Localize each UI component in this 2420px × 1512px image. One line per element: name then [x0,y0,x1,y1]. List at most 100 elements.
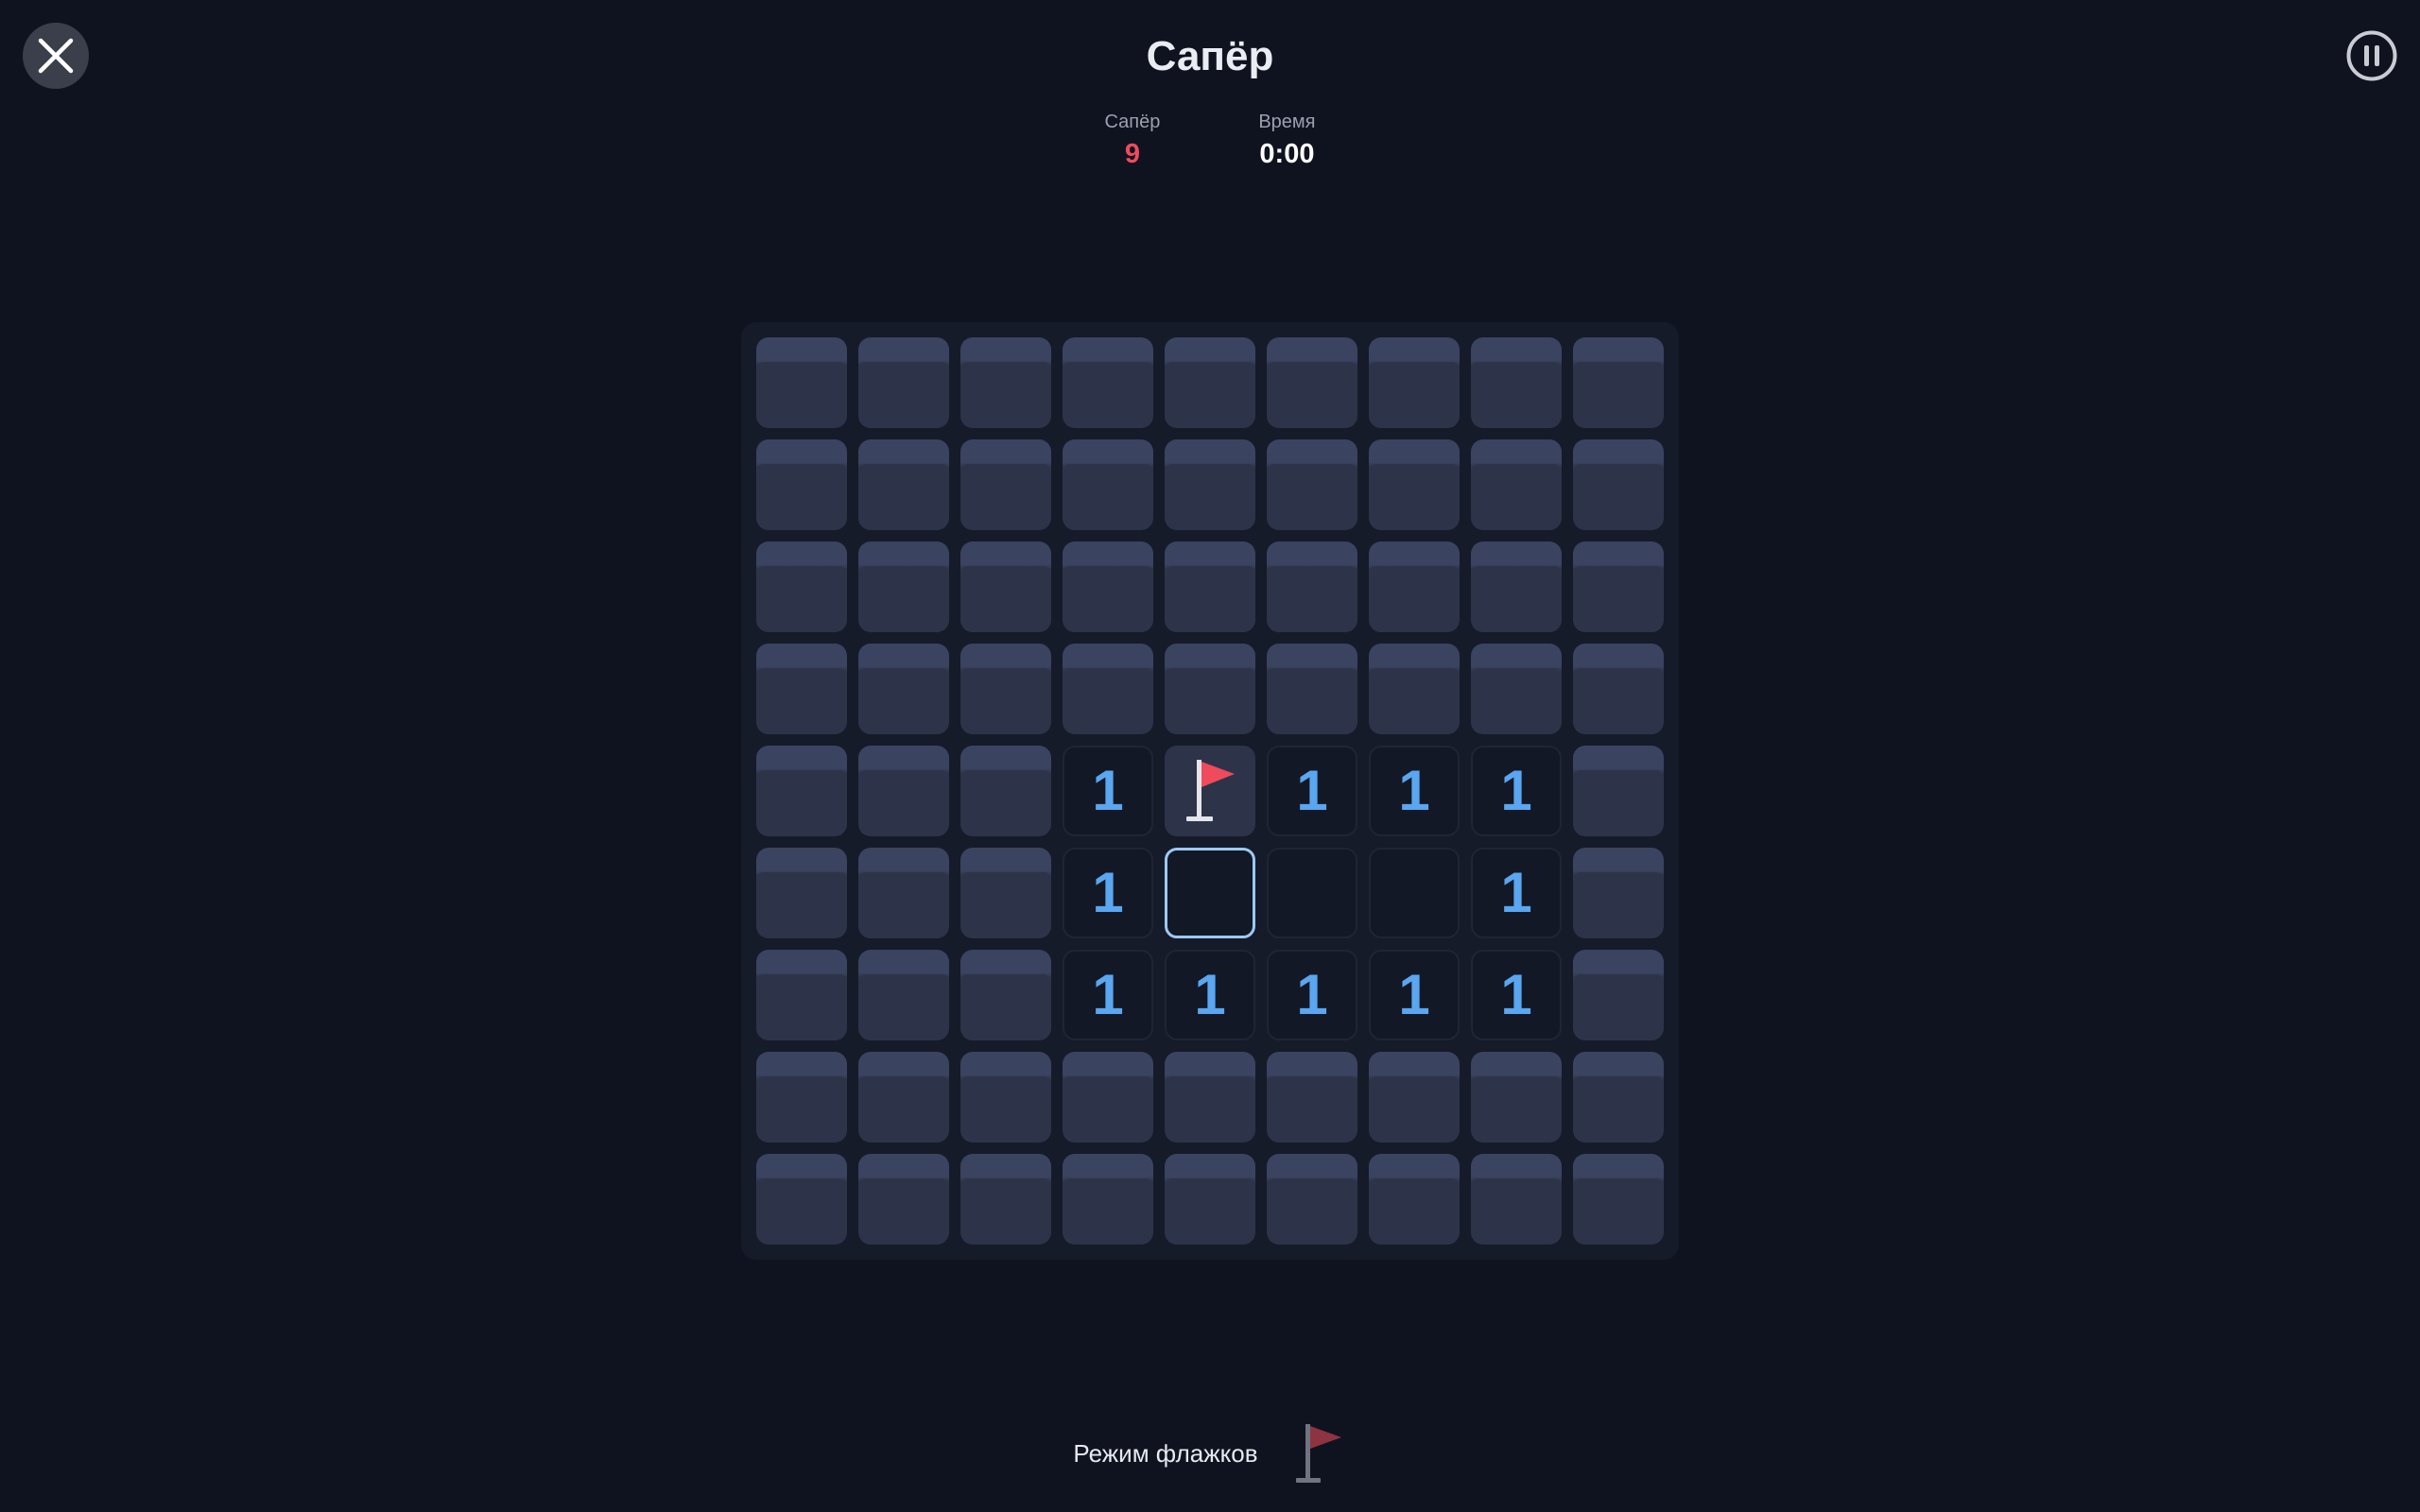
cell-revealed-number[interactable]: 1 [1471,746,1562,836]
cell-hidden[interactable] [960,848,1051,938]
cell-hidden[interactable] [1369,1154,1460,1245]
cell-hidden[interactable] [1573,439,1664,530]
cell-revealed-number[interactable]: 1 [1165,950,1255,1040]
cell-hidden[interactable] [858,644,949,734]
cell-hidden[interactable] [1471,1052,1562,1143]
time-label: Время [1258,112,1316,132]
cell-hidden[interactable] [1471,644,1562,734]
cell-hidden[interactable] [1369,337,1460,428]
cell-number: 1 [1092,759,1124,822]
cell-hidden[interactable] [1369,541,1460,632]
flag-mode-toggle[interactable] [1290,1418,1347,1489]
cell-hidden[interactable] [1063,1154,1153,1245]
cell-hidden[interactable] [756,746,847,836]
cell-revealed-number[interactable]: 1 [1063,950,1153,1040]
cell-hidden[interactable] [1573,746,1664,836]
cell-hidden[interactable] [1267,337,1357,428]
cell-selected[interactable] [1165,848,1255,938]
cell-revealed-empty[interactable] [1369,848,1460,938]
cell-hidden[interactable] [1369,644,1460,734]
cell-flagged[interactable] [1165,746,1255,836]
cell-hidden[interactable] [858,746,949,836]
pause-button[interactable] [2346,30,2397,81]
mines-label: Сапёр [1104,112,1161,132]
cell-hidden[interactable] [1267,1052,1357,1143]
cell-hidden[interactable] [756,950,847,1040]
cell-hidden[interactable] [756,644,847,734]
cell-revealed-empty[interactable] [1267,848,1357,938]
cell-hidden[interactable] [960,439,1051,530]
cell-hidden[interactable] [858,950,949,1040]
cell-hidden[interactable] [960,746,1051,836]
cell-hidden[interactable] [1165,541,1255,632]
cell-hidden[interactable] [756,541,847,632]
cell-number: 1 [1092,861,1124,924]
flag-mode-label: Режим флажков [1073,1439,1258,1468]
timer: Время 0:00 [1258,110,1315,172]
cell-hidden[interactable] [1063,1052,1153,1143]
cell-hidden[interactable] [960,337,1051,428]
cell-hidden[interactable] [960,1154,1051,1245]
cell-revealed-number[interactable]: 1 [1063,848,1153,938]
cell-hidden[interactable] [1063,541,1153,632]
cell-hidden[interactable] [858,1052,949,1143]
cell-hidden[interactable] [1573,1052,1664,1143]
cell-number: 1 [1500,963,1532,1026]
cell-hidden[interactable] [1063,439,1153,530]
cell-hidden[interactable] [1471,541,1562,632]
cell-hidden[interactable] [1267,439,1357,530]
cell-hidden[interactable] [858,848,949,938]
cell-hidden[interactable] [1573,950,1664,1040]
cell-hidden[interactable] [858,541,949,632]
cell-hidden[interactable] [1573,848,1664,938]
cell-number: 1 [1296,963,1328,1026]
cell-revealed-number[interactable]: 1 [1369,950,1460,1040]
cell-hidden[interactable] [858,439,949,530]
cell-hidden[interactable] [960,1052,1051,1143]
cell-hidden[interactable] [1369,439,1460,530]
cell-hidden[interactable] [960,950,1051,1040]
cell-revealed-number[interactable]: 1 [1369,746,1460,836]
cell-hidden[interactable] [1573,1154,1664,1245]
cell-hidden[interactable] [1165,337,1255,428]
flag-mode-control: Режим флажков [0,1418,2420,1489]
cell-hidden[interactable] [1471,1154,1562,1245]
cell-hidden[interactable] [858,337,949,428]
cell-revealed-number[interactable]: 1 [1471,950,1562,1040]
cell-hidden[interactable] [1165,644,1255,734]
cell-hidden[interactable] [1471,337,1562,428]
cell-hidden[interactable] [1369,1052,1460,1143]
cell-hidden[interactable] [1267,541,1357,632]
cell-hidden[interactable] [756,848,847,938]
cell-hidden[interactable] [1471,439,1562,530]
cell-hidden[interactable] [1573,644,1664,734]
flag-icon [1295,1424,1341,1483]
cell-revealed-number[interactable]: 1 [1063,746,1153,836]
cell-revealed-number[interactable]: 1 [1471,848,1562,938]
cell-number: 1 [1500,759,1532,822]
cell-hidden[interactable] [960,541,1051,632]
cell-revealed-number[interactable]: 1 [1267,950,1357,1040]
pause-icon [2346,30,2397,81]
cell-hidden[interactable] [756,337,847,428]
game-board: 1 1 1 1 1 1 1 1 1 1 1 [741,322,1679,1260]
cell-hidden[interactable] [1165,1052,1255,1143]
cell-hidden[interactable] [1573,541,1664,632]
cell-hidden[interactable] [858,1154,949,1245]
minesweeper-screen: Сапёр Сапёр 9 Время 0:00 1 1 1 1 1 1 1 1 1 1 1 Реж… [0,0,2420,1512]
mines-counter: Сапёр 9 [1104,110,1160,172]
board-grid: 1 1 1 1 1 1 1 1 1 1 1 [756,337,1664,1245]
cell-hidden[interactable] [1573,337,1664,428]
cell-hidden[interactable] [960,644,1051,734]
cell-hidden[interactable] [1063,337,1153,428]
cell-hidden[interactable] [756,1154,847,1245]
cell-hidden[interactable] [756,439,847,530]
cell-hidden[interactable] [1165,1154,1255,1245]
cell-hidden[interactable] [1165,439,1255,530]
cell-hidden[interactable] [756,1052,847,1143]
cell-hidden[interactable] [1267,644,1357,734]
cell-revealed-number[interactable]: 1 [1267,746,1357,836]
cell-hidden[interactable] [1063,644,1153,734]
cell-number: 1 [1194,963,1226,1026]
cell-hidden[interactable] [1267,1154,1357,1245]
